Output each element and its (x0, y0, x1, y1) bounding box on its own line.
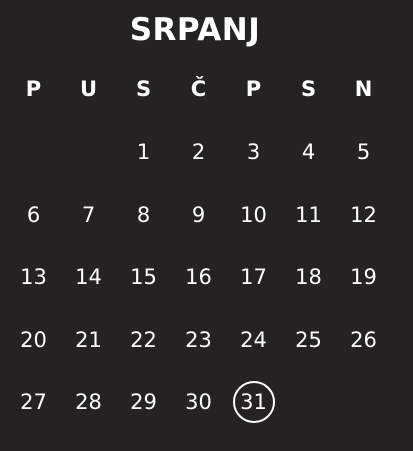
day-cell[interactable]: 9 (171, 201, 226, 264)
day-cell[interactable]: 21 (61, 326, 116, 389)
empty-day-cell (61, 138, 116, 201)
day-cell[interactable]: 23 (171, 326, 226, 389)
day-number: 1 (136, 140, 151, 164)
empty-day-cell (6, 138, 61, 201)
empty-day-cell (336, 388, 391, 451)
day-cell[interactable]: 26 (336, 326, 391, 389)
day-number: 10 (240, 202, 267, 227)
day-cell[interactable]: 13 (6, 263, 61, 326)
day-cell[interactable]: 27 (6, 388, 61, 451)
day-number: 9 (191, 202, 206, 227)
day-cell[interactable]: 28 (61, 388, 116, 451)
day-cell[interactable]: 29 (116, 388, 171, 451)
weekday-label: N (354, 77, 373, 101)
day-cell[interactable]: 7 (61, 201, 116, 264)
selected-day-cell[interactable]: 31 (226, 381, 281, 451)
day-number: 14 (75, 265, 102, 289)
day-number: 3 (246, 140, 261, 164)
day-number: 25 (295, 327, 322, 352)
weekday-header: P U S Č P S N (6, 76, 391, 102)
day-number: 29 (130, 390, 157, 414)
weekday-label: U (79, 77, 98, 101)
day-number: 11 (295, 202, 322, 227)
weekday-label: S (300, 77, 317, 101)
day-number: 24 (240, 327, 267, 352)
day-number: 20 (20, 327, 47, 352)
weekday-label: P (245, 77, 262, 101)
day-grid: 1 2 3 4 5 6 7 8 9 10 11 12 13 14 15 16 17 18 19 20 21 22 23 24 2… (6, 138, 391, 451)
day-cell[interactable]: 3 (226, 138, 281, 201)
weekday-label: Č (190, 77, 207, 101)
day-number: 13 (20, 265, 47, 289)
day-cell[interactable]: 4 (281, 138, 336, 201)
day-cell[interactable]: 25 (281, 326, 336, 389)
day-number: 27 (20, 390, 47, 414)
day-cell[interactable]: 18 (281, 263, 336, 326)
day-cell[interactable]: 22 (116, 326, 171, 389)
day-cell[interactable]: 15 (116, 263, 171, 326)
day-number: 6 (26, 202, 41, 227)
day-cell[interactable]: 2 (171, 138, 226, 201)
day-number: 28 (75, 390, 102, 414)
empty-day-cell (281, 388, 336, 451)
day-cell[interactable]: 16 (171, 263, 226, 326)
day-cell[interactable]: 1 (116, 138, 171, 201)
day-number: 7 (81, 202, 96, 227)
day-number: 15 (130, 265, 157, 289)
month-title: SRPANJ (129, 12, 261, 48)
day-number: 12 (350, 202, 377, 227)
day-number: 19 (350, 265, 377, 289)
weekday-label: S (135, 77, 152, 101)
day-cell[interactable]: 30 (171, 388, 226, 451)
weekday-label: P (25, 77, 42, 101)
day-cell[interactable]: 8 (116, 201, 171, 264)
day-number: 5 (356, 140, 371, 164)
day-cell[interactable]: 14 (61, 263, 116, 326)
day-number: 17 (240, 265, 267, 289)
day-number: 18 (295, 265, 322, 289)
day-cell[interactable]: 19 (336, 263, 391, 326)
day-number: 2 (191, 140, 206, 164)
day-number: 16 (185, 265, 212, 289)
day-number: 8 (136, 202, 151, 227)
day-number: 23 (185, 327, 212, 352)
day-cell[interactable]: 17 (226, 263, 281, 326)
day-number: 22 (130, 327, 157, 352)
day-cell[interactable]: 5 (336, 138, 391, 201)
day-number: 21 (75, 327, 102, 352)
day-cell[interactable]: 10 (226, 201, 281, 264)
day-number: 26 (350, 327, 377, 352)
day-cell[interactable]: 12 (336, 201, 391, 264)
day-number: 31 (240, 390, 267, 414)
day-cell[interactable]: 11 (281, 201, 336, 264)
day-cell[interactable]: 6 (6, 201, 61, 264)
day-number: 4 (301, 140, 316, 164)
day-cell[interactable]: 24 (226, 326, 281, 389)
day-cell[interactable]: 20 (6, 326, 61, 389)
day-number: 30 (185, 390, 212, 414)
